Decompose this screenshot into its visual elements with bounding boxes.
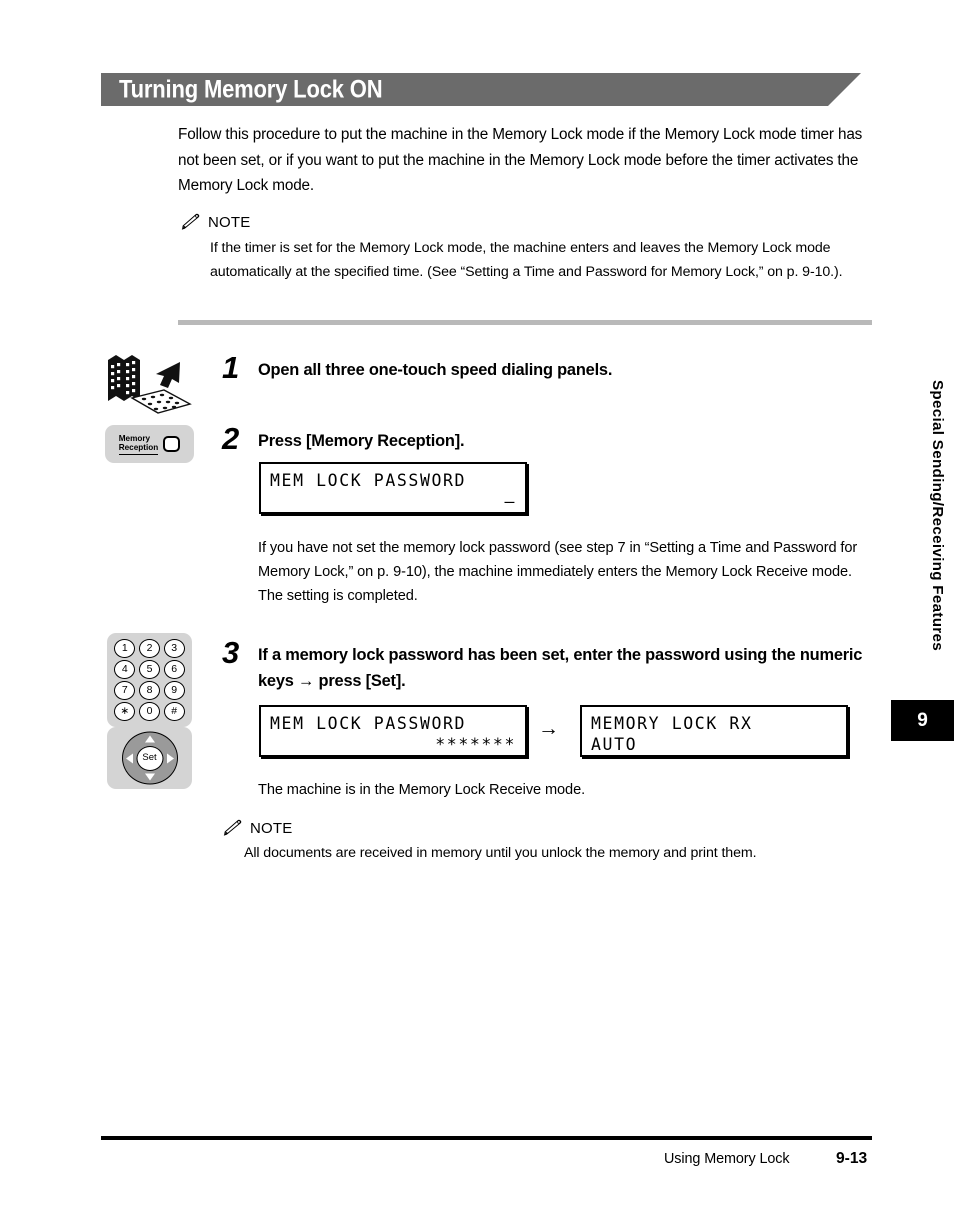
step-number-1: 1: [222, 350, 240, 385]
one-touch-panels-icon: [108, 355, 192, 414]
step-body-2: If you have not set the memory lock pass…: [258, 540, 858, 604]
note-body: All documents are received in memory unt…: [244, 845, 757, 861]
step-heading-3: If a memory lock password has been set, …: [258, 646, 863, 690]
keycap-5: 5: [138, 660, 160, 679]
intro-paragraph: Follow this procedure to put the machine…: [178, 126, 863, 194]
lcd-display-step3-after: MEMORY LOCK RX AUTO: [580, 705, 848, 757]
set-button-label: Set: [136, 745, 163, 771]
transition-arrow-icon: →: [538, 717, 559, 740]
note-label: NOTE: [208, 213, 251, 231]
section-divider: [178, 320, 872, 325]
note-body: If the timer is set for the Memory Lock …: [210, 240, 843, 280]
memory-reception-label-line1: Memory: [118, 433, 151, 443]
memory-reception-key-icon: Memory Reception: [105, 425, 194, 463]
pencil-icon: [181, 213, 200, 230]
keycap-2: 2: [138, 639, 160, 658]
chapter-number-tab: 9: [891, 700, 954, 741]
memory-reception-inner: Memory Reception: [105, 425, 194, 463]
lcd-display-step2: MEM LOCK PASSWORD –: [259, 462, 527, 514]
lcd-line-2: –: [504, 492, 516, 511]
lcd-line-1: MEM LOCK PASSWORD: [270, 714, 467, 733]
step-number-2: 2: [222, 421, 240, 456]
keycap-8: 8: [138, 681, 160, 700]
keycap-asterisk: ∗: [114, 702, 136, 721]
footer-section-label: Using Memory Lock: [664, 1151, 790, 1167]
directional-pad: Set: [121, 731, 178, 785]
memory-reception-label: Memory Reception: [118, 433, 159, 455]
keycap-0: 0: [138, 702, 160, 721]
keycap-4: 4: [114, 660, 136, 679]
note-block-top: NOTE If the timer is set for the Memory …: [180, 212, 880, 284]
numeric-keypad-icon: 1 2 3 4 5 6 7 8 9 ∗ 0 #: [107, 633, 192, 727]
arrow-down-icon: [144, 773, 155, 781]
note-header: NOTE: [222, 818, 894, 838]
keycap-9: 9: [163, 681, 185, 700]
arrow-up-icon: [144, 735, 155, 743]
lcd-display-step3-before: MEM LOCK PASSWORD *******: [259, 705, 527, 757]
keycap-1: 1: [114, 639, 136, 658]
footer-divider: [101, 1136, 872, 1140]
arrow-right-icon: [166, 753, 174, 763]
step-number-3: 3: [222, 635, 240, 670]
pencil-icon: [223, 819, 242, 836]
page-title-text: Turning Memory Lock ON: [119, 75, 383, 103]
footer-page-number: 9-13: [836, 1150, 868, 1167]
keycap-7: 7: [114, 681, 136, 700]
page-title: Turning Memory Lock ON: [119, 75, 418, 104]
keycap-6: 6: [163, 660, 185, 679]
set-key-icon: Set: [107, 727, 192, 789]
step-body-3: The machine is in the Memory Lock Receiv…: [258, 782, 586, 798]
keycap-hash: #: [163, 702, 185, 721]
numeric-keypad-grid: 1 2 3 4 5 6 7 8 9 ∗ 0 #: [107, 639, 192, 721]
lcd-line-2: *******: [435, 735, 516, 754]
lcd-line-1: MEM LOCK PASSWORD: [270, 471, 467, 490]
memory-reception-button-glyph: [163, 436, 181, 452]
chapter-side-title: Special Sending/Receiving Features: [929, 380, 946, 652]
note-block-bottom: NOTE All documents are received in memor…: [222, 818, 894, 866]
page-header-banner: Turning Memory Lock ON: [101, 73, 861, 106]
memory-reception-label-line2: Reception: [118, 443, 159, 452]
keycap-3: 3: [163, 639, 185, 658]
note-header: NOTE: [180, 212, 880, 232]
note-label: NOTE: [250, 819, 293, 837]
step-heading-1: Open all three one-touch speed dialing p…: [258, 361, 613, 379]
lcd-line-1: MEMORY LOCK RX: [591, 714, 753, 733]
lcd-line-2: AUTO: [591, 735, 638, 754]
arrow-left-icon: [125, 753, 133, 763]
step-heading-2: Press [Memory Reception].: [258, 432, 465, 450]
